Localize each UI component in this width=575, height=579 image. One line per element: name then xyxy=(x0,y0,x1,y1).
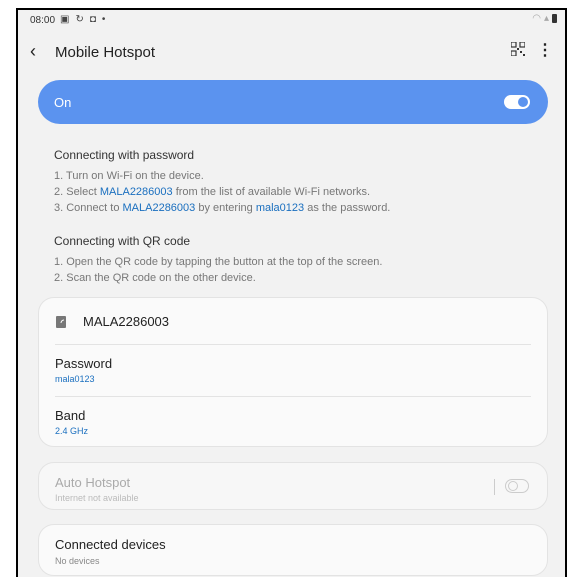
password-step-1: 1. Turn on Wi-Fi on the device. xyxy=(54,170,204,182)
status-time: 08:00 xyxy=(30,15,56,26)
more-options-icon[interactable]: ⋮ xyxy=(537,40,553,60)
screenshot-icon: ◘ xyxy=(89,14,96,25)
qr-instructions: Connecting with QR code 1. Open the QR c… xyxy=(54,234,544,284)
password-step-2: 2. Select MALA2286003 from the list of a… xyxy=(54,186,371,198)
app-bar: ‹ Mobile Hotspot ⋮ xyxy=(18,32,565,72)
dot-icon: • xyxy=(101,14,106,25)
signal-icon: ▴ xyxy=(543,13,549,24)
password-step-3: 3. Connect to MALA2286003 by entering ma… xyxy=(54,202,391,214)
network-card: MALA2286003 Password mala0123 Band 2.4 G… xyxy=(38,297,548,447)
hotspot-toggle-card[interactable]: On xyxy=(38,80,548,124)
connected-devices-card[interactable]: Connected devices No devices xyxy=(38,524,548,576)
auto-hotspot-subtitle: Internet not available xyxy=(55,493,139,503)
connected-devices-label: Connected devices xyxy=(55,537,166,552)
screen: 08:00 ▣ ↻ ◘ • ◠ ▴ ‹ Mobile Hotspot ⋮ On xyxy=(16,8,567,577)
page-title: Mobile Hotspot xyxy=(55,44,156,61)
battery-icon xyxy=(552,14,557,23)
auto-hotspot-card[interactable]: Auto Hotspot Internet not available xyxy=(38,462,548,510)
qr-section-title: Connecting with QR code xyxy=(54,234,191,248)
band-value: 2.4 GHz xyxy=(55,426,89,436)
password-section-title: Connecting with password xyxy=(54,148,195,162)
qr-code-icon[interactable] xyxy=(511,42,525,56)
auto-hotspot-switch[interactable] xyxy=(505,479,529,493)
auto-hotspot-label: Auto Hotspot xyxy=(55,475,131,490)
divider xyxy=(55,344,531,345)
password-label: Password xyxy=(55,356,113,371)
divider xyxy=(55,396,531,397)
hotspot-switch[interactable] xyxy=(504,95,530,109)
password-field[interactable]: Password mala0123 xyxy=(55,356,112,384)
qr-step-2: 2. Scan the QR code on the other device. xyxy=(54,272,256,284)
band-label: Band xyxy=(55,408,86,423)
qr-step-1: 1. Open the QR code by tapping the butto… xyxy=(54,256,383,268)
wifi-icon: ◠ xyxy=(532,13,541,24)
gallery-icon: ▣ xyxy=(60,14,70,25)
password-instructions: Connecting with password 1. Turn on Wi-F… xyxy=(54,148,544,214)
status-bar: 08:00 ▣ ↻ ◘ • ◠ ▴ xyxy=(18,10,565,32)
divider xyxy=(494,479,495,495)
connected-devices-subtitle: No devices xyxy=(55,556,100,566)
back-arrow-icon[interactable]: ‹ xyxy=(30,41,36,62)
sync-icon: ↻ xyxy=(75,14,84,25)
password-value: mala0123 xyxy=(55,374,95,384)
band-field[interactable]: Band 2.4 GHz xyxy=(55,408,88,436)
hotspot-icon xyxy=(56,315,66,328)
network-name-row[interactable]: MALA2286003 xyxy=(55,314,169,329)
hotspot-toggle-label: On xyxy=(54,95,72,110)
network-name: MALA2286003 xyxy=(83,314,170,329)
